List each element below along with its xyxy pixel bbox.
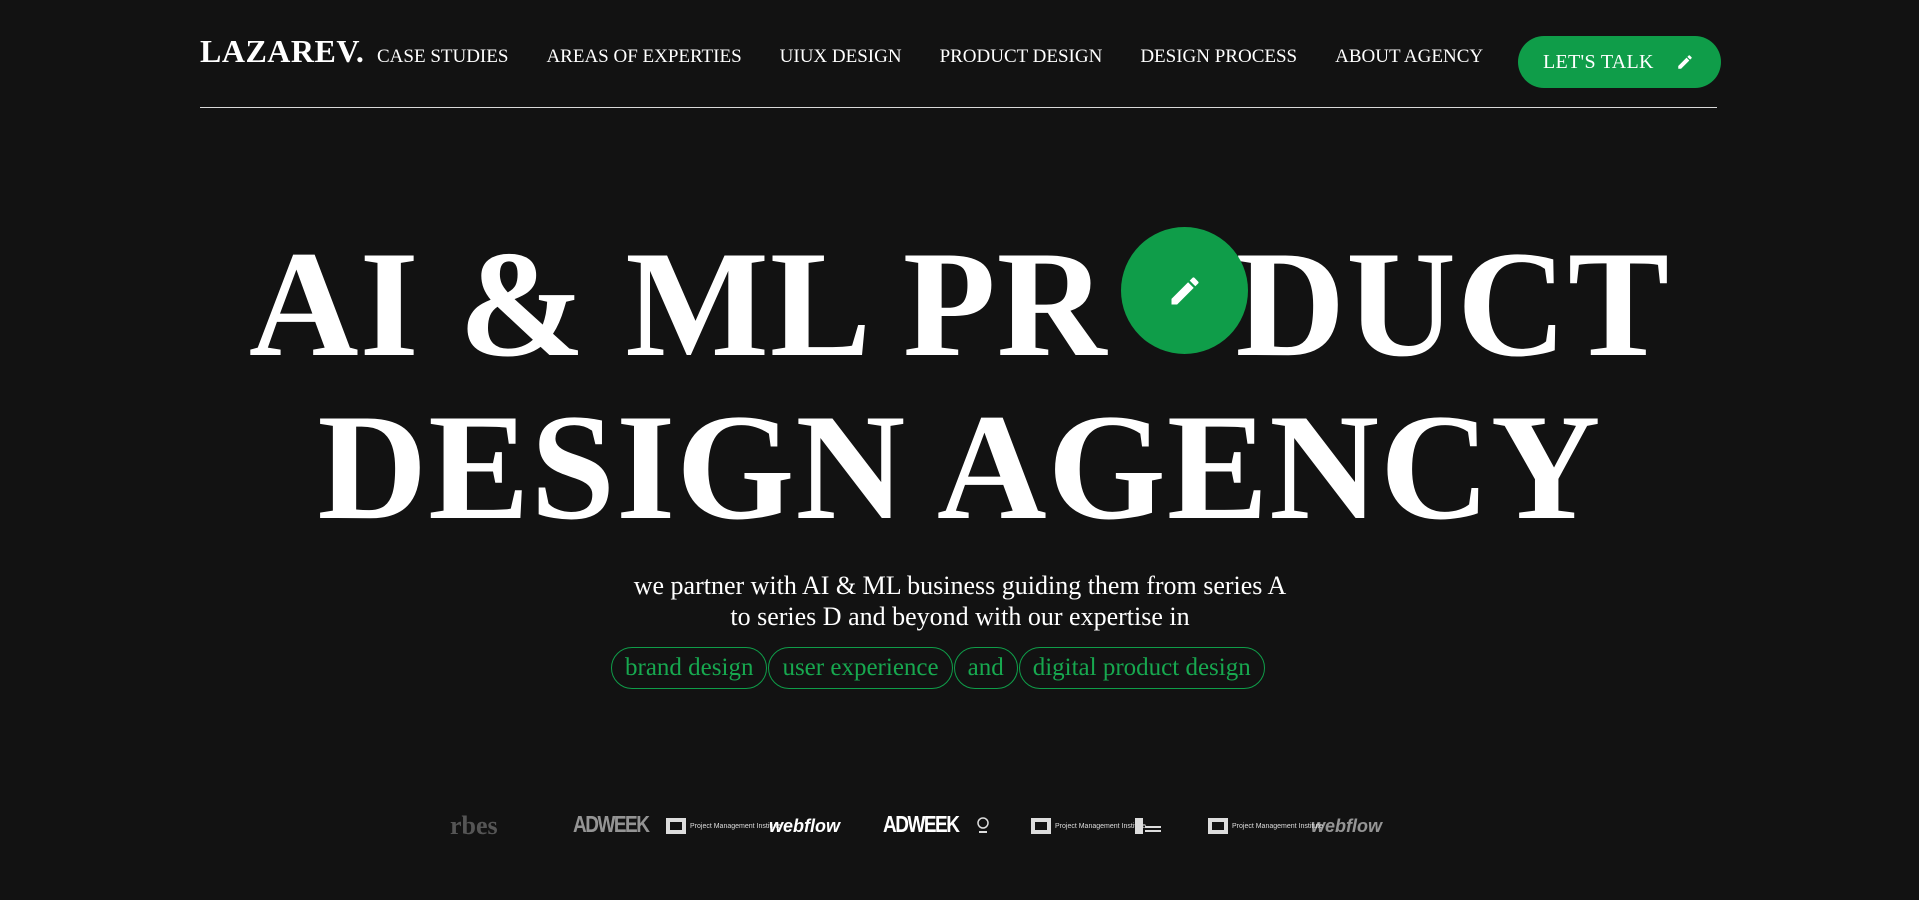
pencil-icon [1678,55,1692,69]
hero-title-part-1: AI & ML PR [248,220,1108,388]
tag-and: and [953,647,1018,689]
hero-title-line-2: DESIGN AGENCY [317,383,1602,551]
hero-title-line-1: AI & ML PR DUCT [0,228,1919,380]
nav-areas-of-experties[interactable]: AREAS OF EXPERTIES [546,46,741,68]
nav-design-process[interactable]: DESIGN PROCESS [1140,46,1297,68]
globe-icon [977,817,989,833]
pmi-logo-3: Project Management Institute [1208,806,1324,846]
expertise-tags: brand design user experience and digital… [611,647,1266,689]
press-logo-marquee: rbes ADWEEK Project Management Institute… [450,806,1450,846]
nav-about-agency[interactable]: ABOUT AGENCY [1335,46,1483,68]
building-icon [1135,818,1161,834]
tag-digital-product-design[interactable]: digital product design [1018,647,1265,689]
subtitle-line-2: to series D and beyond with our expertis… [730,602,1190,631]
globe-logo-icon [976,806,990,846]
pmi-mark-icon [1208,818,1228,834]
pmi-logo-2: Project Management Institute [1031,806,1147,846]
main-nav: CASE STUDIES AREAS OF EXPERTIES UIUX DES… [377,46,1521,68]
adweek-logo-2: ADWEEK [883,812,960,838]
pmi-mark-icon [666,818,686,834]
subtitle-line-1: we partner with AI & ML business guiding… [633,571,1287,600]
webflow-logo-2: webflow [1311,815,1382,836]
nav-case-studies[interactable]: CASE STUDIES [377,46,508,68]
hero-subtitle: we partner with AI & ML business guiding… [560,570,1360,632]
tag-user-experience[interactable]: user experience [768,647,953,689]
lets-talk-label: LET'S TALK [1543,51,1654,73]
pencil-icon [1171,276,1199,304]
site-logo[interactable]: LAZAREV. [200,33,364,70]
lets-talk-button[interactable]: LET'S TALK [1518,36,1721,88]
nav-product-design[interactable]: PRODUCT DESIGN [940,46,1103,68]
building-logo-icon [1133,806,1163,846]
site-header: LAZAREV. CASE STUDIES AREAS OF EXPERTIES… [200,0,1721,108]
pmi-mark-icon [1031,818,1051,834]
webflow-logo: webflow [769,815,840,836]
pmi-logo-text-2: Project Management Institute [1055,822,1147,830]
forbes-logo: rbes [450,811,498,840]
hero-edit-button[interactable] [1121,227,1248,354]
hero-title-part-2: DUCT [1235,220,1671,388]
nav-uiux-design[interactable]: UIUX DESIGN [780,46,902,68]
pmi-logo-text-3: Project Management Institute [1232,822,1324,830]
pmi-logo-text: Project Management Institute [690,822,782,830]
tag-brand-design[interactable]: brand design [611,647,768,689]
pmi-logo: Project Management Institute [666,806,782,846]
adweek-logo: ADWEEK [573,812,650,838]
